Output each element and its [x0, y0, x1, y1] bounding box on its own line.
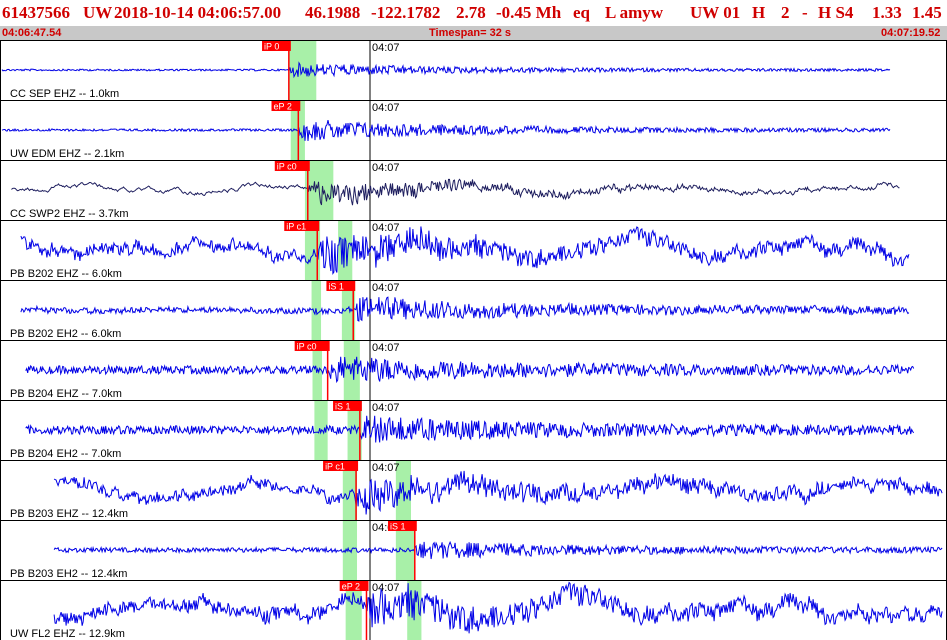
seismogram-trace — [53, 581, 943, 634]
event-network: UW — [83, 3, 113, 22]
event-hs: H S4 — [818, 3, 854, 22]
minute-label: 04:07 — [372, 162, 400, 174]
waveform-panel[interactable]: 04:07 iP 0 CC SEP EHZ -- 1.0km — [0, 40, 947, 101]
event-dash: - — [802, 3, 808, 22]
waveform-panel[interactable]: 04:07 iP c0 CC SWP2 EHZ -- 3.7km — [0, 160, 947, 221]
seismogram-trace — [1, 119, 891, 142]
station-label: CC SWP2 EHZ -- 3.7km — [10, 208, 129, 220]
event-err: 1.45 — [912, 3, 942, 22]
station-label: PB B202 EH2 -- 6.0km — [10, 328, 121, 340]
event-lat: 46.1988 — [305, 3, 361, 22]
minute-label: 04:07 — [372, 342, 400, 354]
waveform-panel[interactable]: 04:07 iP c1 PB B203 EHZ -- 12.4km — [0, 460, 947, 521]
waveform-panel[interactable]: 04:07 iP c1 PB B202 EHZ -- 6.0km — [0, 220, 947, 281]
pick-label: iS 1 — [390, 522, 406, 532]
pick-label: iP 0 — [264, 42, 279, 52]
pick-window — [338, 221, 353, 280]
seismogram-trace — [11, 178, 900, 206]
pick-label: eP 2 — [274, 102, 292, 112]
waveform-panel[interactable]: 04:07iS 1PB B203 EH2 -- 12.4km — [0, 520, 947, 581]
waveform-panel[interactable]: 04:07 eP 2 UW EDM EHZ -- 2.1km — [0, 100, 947, 161]
end-time: 04:07:19.52 — [881, 27, 941, 39]
seismogram-trace — [20, 226, 910, 275]
event-flags: L amyw — [605, 3, 664, 22]
event-type: eq — [573, 3, 590, 22]
event-datetime: 2018-10-14 04:06:57.00 — [114, 3, 282, 22]
station-label: UW FL2 EHZ -- 12.9km — [10, 628, 125, 640]
pick-label: iS 1 — [335, 402, 351, 412]
seismogram-trace — [20, 296, 910, 322]
panel-frame — [0, 460, 947, 521]
event-source: UW 01 — [690, 3, 741, 22]
pick-label: iP c0 — [297, 342, 317, 352]
station-label: PB B202 EHZ -- 6.0km — [10, 268, 122, 280]
seismogram-trace — [53, 470, 943, 515]
station-label: PB B203 EH2 -- 12.4km — [10, 568, 127, 580]
event-quality: H — [752, 3, 766, 22]
pick-label: iS 1 — [328, 282, 344, 292]
seismogram-trace — [53, 540, 943, 560]
event-depth: 2.78 — [456, 3, 486, 22]
event-rms: 1.33 — [872, 3, 902, 22]
event-nsta: 2 — [781, 3, 790, 22]
station-label: UW EDM EHZ -- 2.1km — [10, 148, 124, 160]
event-id: 61437566 — [2, 3, 70, 22]
pick-label: iP c1 — [325, 462, 345, 472]
timespan-label: Timespan= 32 s — [429, 27, 512, 39]
minute-label: 04:07 — [372, 582, 400, 594]
seismogram-trace — [25, 356, 915, 384]
minute-label: 04:07 — [372, 222, 400, 234]
waveform-panels[interactable]: 04:07 iP 0 CC SEP EHZ -- 1.0km 04:07 eP 2 UW … — [0, 40, 947, 640]
minute-label: 04:07 — [372, 282, 400, 294]
station-label: PB B204 EHZ -- 7.0km — [10, 388, 122, 400]
waveform-panel[interactable]: 04:07 iS 1 PB B202 EH2 -- 6.0km — [0, 280, 947, 341]
minute-label: 04:07 — [372, 42, 400, 54]
event-lon: -122.1782 — [371, 3, 441, 22]
seismogram-trace — [25, 415, 915, 443]
pick-label: eP 2 — [342, 582, 360, 592]
event-header: 61437566 UW 2018-10-14 04:06:57.00 46.19… — [0, 0, 947, 26]
pick-label: iP c1 — [286, 222, 306, 232]
waveform-panel[interactable]: 04:07 iS 1 PB B204 EH2 -- 7.0km — [0, 400, 947, 461]
pick-label: iP c0 — [277, 162, 297, 172]
event-magnitude: -0.45 Mh — [496, 3, 562, 22]
start-time: 04:06:47.54 — [2, 27, 62, 39]
station-label: PB B203 EHZ -- 12.4km — [10, 508, 128, 520]
minute-label: 04:07 — [372, 462, 400, 474]
timespan-bar: 04:06:47.54 Timespan= 32 s 04:07:19.52 — [0, 26, 947, 40]
station-label: PB B204 EH2 -- 7.0km — [10, 448, 121, 460]
seismogram-trace — [1, 61, 891, 79]
waveform-panel[interactable]: 04:07 iP c0 PB B204 EHZ -- 7.0km — [0, 340, 947, 401]
station-label: CC SEP EHZ -- 1.0km — [10, 88, 119, 100]
minute-label: 04:07 — [372, 402, 400, 414]
waveform-panel[interactable]: 04:07 eP 2 UW FL2 EHZ -- 12.9km — [0, 580, 947, 640]
minute-label: 04:07 — [372, 102, 400, 114]
